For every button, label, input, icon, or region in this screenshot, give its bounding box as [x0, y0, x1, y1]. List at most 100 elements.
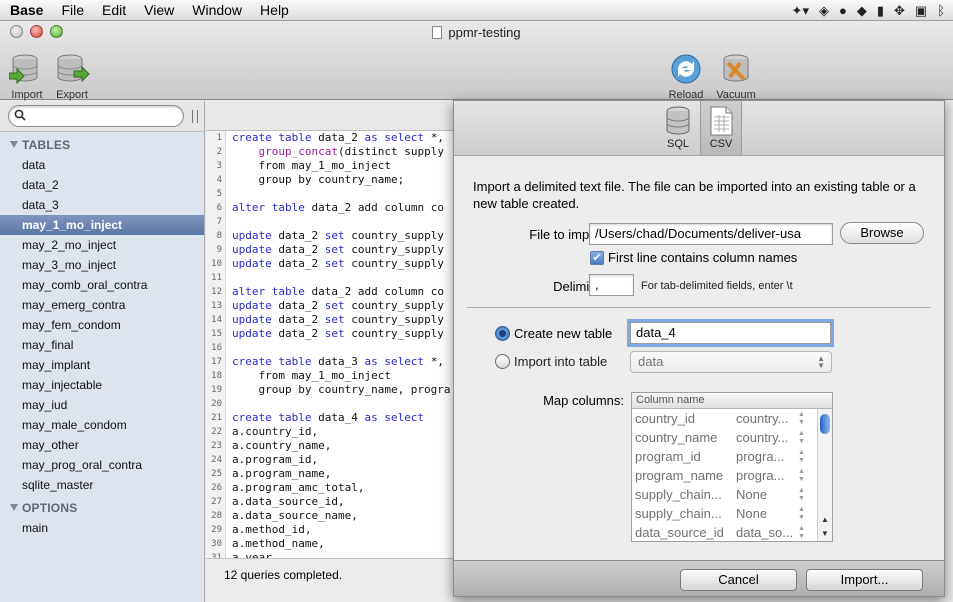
code-line: create table data_4 as select: [232, 411, 425, 424]
sidebar-item-table-selected[interactable]: may_1_mo_inject: [0, 215, 204, 235]
import-into-table-radio[interactable]: [495, 354, 510, 369]
reload-button[interactable]: Reload: [661, 51, 711, 101]
sql-editor[interactable]: 1 2 3 4 5 6 7 8 9 10 11 12 13 14 15 16 1…: [206, 101, 453, 558]
table-row[interactable]: country_id country... ▲ ▼: [632, 409, 832, 428]
app-menu[interactable]: Base: [0, 0, 52, 21]
browse-button[interactable]: Browse: [840, 222, 924, 244]
sidebar-item-table[interactable]: data_2: [0, 175, 204, 195]
sidebar-item-table[interactable]: may_emerg_contra: [0, 295, 204, 315]
line-number: 15: [211, 329, 222, 339]
evernote-icon[interactable]: ◆: [857, 3, 867, 19]
stepper-icon[interactable]: ▲ ▼: [798, 447, 812, 466]
first-line-checkbox[interactable]: ✔: [590, 251, 604, 265]
table-row[interactable]: program_name progra... ▲ ▼: [632, 466, 832, 485]
disclosure-triangle-icon[interactable]: [10, 504, 18, 511]
source-column: program_name: [635, 468, 724, 483]
database-icon: [666, 106, 690, 135]
delimiter-label: Delimiter:: [553, 279, 608, 294]
stepper-icon[interactable]: ▲ ▼: [798, 523, 812, 541]
stepper-icon[interactable]: ▲ ▼: [798, 409, 812, 428]
import-format-tabs: SQL CSV: [454, 101, 944, 156]
stepper-icon[interactable]: ▲ ▼: [798, 428, 812, 447]
map-columns-header[interactable]: Column name: [632, 393, 832, 409]
column-name-header[interactable]: Column name: [636, 393, 740, 408]
import-confirm-button[interactable]: Import...: [806, 569, 923, 591]
eject-icon[interactable]: ▣: [915, 3, 927, 19]
editor-toolbar: [206, 101, 453, 131]
bluetooth-icon[interactable]: ᛒ: [937, 3, 945, 18]
disclosure-triangle-icon[interactable]: [10, 141, 18, 148]
search-input[interactable]: [8, 105, 184, 127]
stepper-icon[interactable]: ▲ ▼: [798, 485, 812, 504]
new-table-name-field[interactable]: data_4: [630, 322, 831, 344]
sidebar-item-table[interactable]: may_male_condom: [0, 415, 204, 435]
target-column[interactable]: country...: [736, 409, 798, 428]
target-column[interactable]: data_so...: [736, 523, 798, 541]
table-row[interactable]: data_source_id data_so... ▲ ▼: [632, 523, 832, 541]
sidebar-item-option[interactable]: main: [0, 518, 204, 538]
target-column[interactable]: country...: [736, 428, 798, 447]
code-line: create table data_2 as select *,: [232, 131, 444, 144]
target-column[interactable]: progra...: [736, 447, 798, 466]
vacuum-icon: [723, 54, 749, 82]
cancel-button[interactable]: Cancel: [680, 569, 797, 591]
sidebar-item-table[interactable]: data_3: [0, 195, 204, 215]
sidebar-item-table[interactable]: may_iud: [0, 395, 204, 415]
table-row[interactable]: supply_chain... None ▲ ▼: [632, 504, 832, 523]
stepper-icon[interactable]: ▲ ▼: [798, 504, 812, 523]
target-column[interactable]: None: [736, 504, 798, 523]
sidebar-item-table[interactable]: may_prog_oral_contra: [0, 455, 204, 475]
table-row[interactable]: program_id progra... ▲ ▼: [632, 447, 832, 466]
target-column[interactable]: progra...: [736, 466, 798, 485]
scroll-down-arrow-icon[interactable]: ▼: [818, 527, 832, 541]
code-line: a.program_name,: [232, 467, 332, 480]
line-number: 4: [216, 175, 222, 185]
target-column[interactable]: None: [736, 485, 798, 504]
timemachine-icon[interactable]: ✥: [894, 3, 905, 19]
window-toolbar: ppmr-testing Import Export Reload Vacuum: [0, 21, 953, 101]
growl-icon[interactable]: ✦▾: [792, 3, 809, 19]
map-columns-table[interactable]: Column name country_id country... ▲ ▼ count…: [631, 392, 833, 542]
menu-file[interactable]: File: [52, 0, 93, 21]
create-new-table-radio[interactable]: [495, 326, 510, 341]
file-path-field[interactable]: /Users/chad/Documents/deliver-usa: [589, 223, 833, 245]
tab-sql[interactable]: SQL: [657, 101, 699, 155]
source-column: supply_chain...: [635, 487, 722, 502]
menu-view[interactable]: View: [135, 0, 183, 21]
sidebar-item-table[interactable]: may_comb_oral_contra: [0, 275, 204, 295]
table-row[interactable]: country_name country... ▲ ▼: [632, 428, 832, 447]
menu-edit[interactable]: Edit: [93, 0, 135, 21]
sidebar-item-table[interactable]: may_fem_condom: [0, 315, 204, 335]
sidebar-item-table[interactable]: may_2_mo_inject: [0, 235, 204, 255]
vacuum-button[interactable]: Vacuum: [711, 51, 761, 101]
table-row[interactable]: supply_chain... None ▲ ▼: [632, 485, 832, 504]
code-line: update data_2 set country_supply: [232, 257, 444, 270]
tables-section-header[interactable]: TABLES: [0, 132, 204, 155]
dropbox-icon[interactable]: ◈: [819, 3, 829, 19]
stepper-icon[interactable]: ▲ ▼: [798, 466, 812, 485]
bowler-hat-icon[interactable]: ●: [839, 3, 847, 18]
battery-icon[interactable]: ▮: [877, 3, 884, 19]
options-section-header[interactable]: OPTIONS: [0, 495, 204, 518]
map-scrollbar[interactable]: ▲ ▼: [817, 409, 832, 541]
sidebar-item-table[interactable]: may_3_mo_inject: [0, 255, 204, 275]
menu-window[interactable]: Window: [183, 0, 251, 21]
tab-csv[interactable]: CSV: [700, 101, 742, 155]
menu-extras: ✦▾ ◈ ● ◆ ▮ ✥ ▣ ᛒ: [792, 0, 953, 21]
sidebar-item-table[interactable]: may_final: [0, 335, 204, 355]
line-number: 10: [211, 259, 222, 269]
sidebar-item-table[interactable]: data: [0, 155, 204, 175]
existing-table-select[interactable]: data ▲ ▼: [630, 351, 832, 373]
scroll-up-arrow-icon[interactable]: ▲: [818, 513, 832, 527]
export-button[interactable]: Export: [47, 51, 97, 101]
sidebar-item-table[interactable]: may_other: [0, 435, 204, 455]
line-number: 9: [216, 245, 222, 255]
sidebar-item-table[interactable]: sqlite_master: [0, 475, 204, 495]
sidebar-item-table[interactable]: may_implant: [0, 355, 204, 375]
scrollbar-thumb[interactable]: [820, 414, 830, 434]
sidebar-item-table[interactable]: may_injectable: [0, 375, 204, 395]
menu-help[interactable]: Help: [251, 0, 298, 21]
import-button[interactable]: Import: [2, 51, 52, 101]
splitter-grip[interactable]: [192, 110, 198, 123]
delimiter-field[interactable]: ,: [589, 274, 634, 296]
